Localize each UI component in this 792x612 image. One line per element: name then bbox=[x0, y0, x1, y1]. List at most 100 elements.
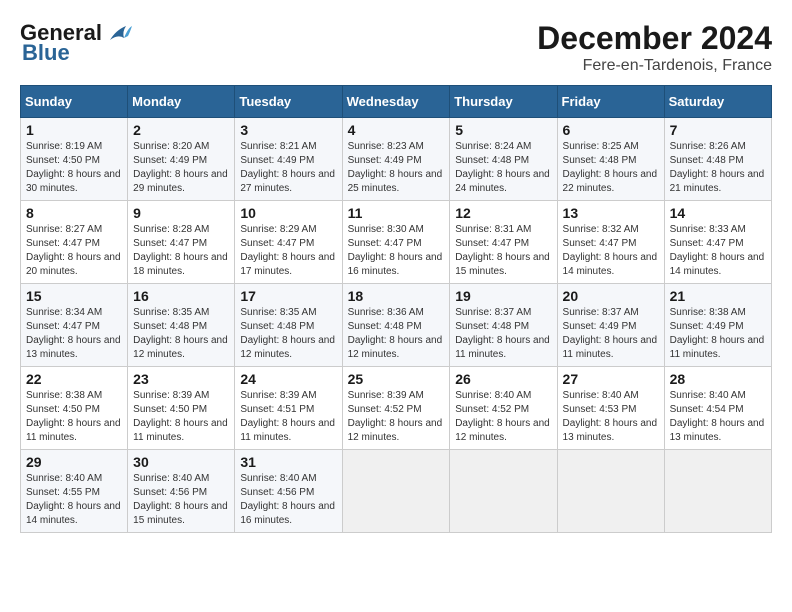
calendar-cell: 15 Sunrise: 8:34 AMSunset: 4:47 PMDayligh… bbox=[21, 284, 128, 367]
day-number: 9 bbox=[133, 205, 229, 221]
calendar-week-4: 22 Sunrise: 8:38 AMSunset: 4:50 PMDayligh… bbox=[21, 367, 772, 450]
day-info: Sunrise: 8:37 AMSunset: 4:49 PMDaylight:… bbox=[563, 306, 659, 362]
calendar-cell: 16 Sunrise: 8:35 AMSunset: 4:48 PMDayligh… bbox=[128, 284, 235, 367]
day-info: Sunrise: 8:40 AMSunset: 4:55 PMDaylight:… bbox=[26, 472, 122, 528]
day-info: Sunrise: 8:39 AMSunset: 4:51 PMDaylight:… bbox=[240, 389, 336, 445]
day-number: 18 bbox=[348, 288, 445, 304]
day-number: 23 bbox=[133, 371, 229, 387]
day-info: Sunrise: 8:38 AMSunset: 4:49 PMDaylight:… bbox=[670, 306, 766, 362]
calendar-cell: 26 Sunrise: 8:40 AMSunset: 4:52 PMDayligh… bbox=[450, 367, 557, 450]
day-info: Sunrise: 8:39 AMSunset: 4:50 PMDaylight:… bbox=[133, 389, 229, 445]
calendar-cell: 6 Sunrise: 8:25 AMSunset: 4:48 PMDaylight… bbox=[557, 118, 664, 201]
day-number: 29 bbox=[26, 454, 122, 470]
day-info: Sunrise: 8:30 AMSunset: 4:47 PMDaylight:… bbox=[348, 223, 445, 279]
calendar-cell: 13Sunrise: 8:32 AMSunset: 4:47 PMDayligh… bbox=[557, 201, 664, 284]
day-number: 12 bbox=[455, 205, 551, 221]
weekday-header-wednesday: Wednesday bbox=[342, 86, 450, 118]
day-info: Sunrise: 8:33 AMSunset: 4:47 PMDaylight:… bbox=[670, 223, 766, 279]
calendar-cell: 12 Sunrise: 8:31 AMSunset: 4:47 PMDayligh… bbox=[450, 201, 557, 284]
calendar-header-row: SundayMondayTuesdayWednesdayThursdayFrid… bbox=[21, 86, 772, 118]
day-number: 8 bbox=[26, 205, 122, 221]
weekday-header-friday: Friday bbox=[557, 86, 664, 118]
calendar-cell: 3 Sunrise: 8:21 AMSunset: 4:49 PMDaylight… bbox=[235, 118, 342, 201]
day-info: Sunrise: 8:20 AMSunset: 4:49 PMDaylight:… bbox=[133, 140, 229, 196]
day-number: 17 bbox=[240, 288, 336, 304]
day-info: Sunrise: 8:25 AMSunset: 4:48 PMDaylight:… bbox=[563, 140, 659, 196]
day-info: Sunrise: 8:28 AMSunset: 4:47 PMDaylight:… bbox=[133, 223, 229, 279]
day-number: 26 bbox=[455, 371, 551, 387]
day-info: Sunrise: 8:19 AMSunset: 4:50 PMDaylight:… bbox=[26, 140, 122, 196]
day-info: Sunrise: 8:40 AMSunset: 4:56 PMDaylight:… bbox=[240, 472, 336, 528]
day-number: 7 bbox=[670, 122, 766, 138]
calendar-cell: 7Sunrise: 8:26 AMSunset: 4:48 PMDaylight… bbox=[664, 118, 771, 201]
day-number: 21 bbox=[670, 288, 766, 304]
calendar-cell: 27Sunrise: 8:40 AMSunset: 4:53 PMDayligh… bbox=[557, 367, 664, 450]
day-number: 10 bbox=[240, 205, 336, 221]
calendar-cell: 30 Sunrise: 8:40 AMSunset: 4:56 PMDayligh… bbox=[128, 450, 235, 533]
day-number: 27 bbox=[563, 371, 659, 387]
calendar-cell bbox=[342, 450, 450, 533]
day-number: 11 bbox=[348, 205, 445, 221]
calendar-week-1: 1 Sunrise: 8:19 AMSunset: 4:50 PMDaylight… bbox=[21, 118, 772, 201]
day-number: 2 bbox=[133, 122, 229, 138]
day-number: 15 bbox=[26, 288, 122, 304]
calendar-cell: 17Sunrise: 8:35 AMSunset: 4:48 PMDayligh… bbox=[235, 284, 342, 367]
day-info: Sunrise: 8:31 AMSunset: 4:47 PMDaylight:… bbox=[455, 223, 551, 279]
day-info: Sunrise: 8:39 AMSunset: 4:52 PMDaylight:… bbox=[348, 389, 445, 445]
day-number: 30 bbox=[133, 454, 229, 470]
calendar-cell: 25Sunrise: 8:39 AMSunset: 4:52 PMDayligh… bbox=[342, 367, 450, 450]
calendar-cell: 23 Sunrise: 8:39 AMSunset: 4:50 PMDayligh… bbox=[128, 367, 235, 450]
calendar-cell: 21 Sunrise: 8:38 AMSunset: 4:49 PMDayligh… bbox=[664, 284, 771, 367]
calendar-cell: 14 Sunrise: 8:33 AMSunset: 4:47 PMDayligh… bbox=[664, 201, 771, 284]
logo-text-blue: Blue bbox=[22, 40, 70, 66]
day-info: Sunrise: 8:34 AMSunset: 4:47 PMDaylight:… bbox=[26, 306, 122, 362]
calendar-cell bbox=[450, 450, 557, 533]
calendar-cell: 8Sunrise: 8:27 AMSunset: 4:47 PMDaylight… bbox=[21, 201, 128, 284]
calendar-week-5: 29 Sunrise: 8:40 AMSunset: 4:55 PMDayligh… bbox=[21, 450, 772, 533]
day-info: Sunrise: 8:32 AMSunset: 4:47 PMDaylight:… bbox=[563, 223, 659, 279]
day-number: 6 bbox=[563, 122, 659, 138]
weekday-header-monday: Monday bbox=[128, 86, 235, 118]
day-number: 24 bbox=[240, 371, 336, 387]
calendar-header: SundayMondayTuesdayWednesdayThursdayFrid… bbox=[21, 86, 772, 118]
calendar-cell: 20Sunrise: 8:37 AMSunset: 4:49 PMDayligh… bbox=[557, 284, 664, 367]
day-number: 5 bbox=[455, 122, 551, 138]
day-number: 3 bbox=[240, 122, 336, 138]
calendar-cell bbox=[557, 450, 664, 533]
day-info: Sunrise: 8:24 AMSunset: 4:48 PMDaylight:… bbox=[455, 140, 551, 196]
day-number: 1 bbox=[26, 122, 122, 138]
logo: General Blue bbox=[20, 20, 134, 66]
calendar-cell: 2 Sunrise: 8:20 AMSunset: 4:49 PMDaylight… bbox=[128, 118, 235, 201]
day-info: Sunrise: 8:35 AMSunset: 4:48 PMDaylight:… bbox=[133, 306, 229, 362]
calendar-cell: 1 Sunrise: 8:19 AMSunset: 4:50 PMDaylight… bbox=[21, 118, 128, 201]
calendar-cell: 28Sunrise: 8:40 AMSunset: 4:54 PMDayligh… bbox=[664, 367, 771, 450]
day-info: Sunrise: 8:21 AMSunset: 4:49 PMDaylight:… bbox=[240, 140, 336, 196]
calendar-cell: 18Sunrise: 8:36 AMSunset: 4:48 PMDayligh… bbox=[342, 284, 450, 367]
day-info: Sunrise: 8:29 AMSunset: 4:47 PMDaylight:… bbox=[240, 223, 336, 279]
day-number: 4 bbox=[348, 122, 445, 138]
day-number: 16 bbox=[133, 288, 229, 304]
page-subtitle: Fere-en-Tardenois, France bbox=[537, 57, 772, 75]
day-info: Sunrise: 8:38 AMSunset: 4:50 PMDaylight:… bbox=[26, 389, 122, 445]
page-title: December 2024 bbox=[537, 20, 772, 57]
calendar-cell: 31Sunrise: 8:40 AMSunset: 4:56 PMDayligh… bbox=[235, 450, 342, 533]
day-number: 22 bbox=[26, 371, 122, 387]
day-info: Sunrise: 8:40 AMSunset: 4:52 PMDaylight:… bbox=[455, 389, 551, 445]
day-info: Sunrise: 8:40 AMSunset: 4:54 PMDaylight:… bbox=[670, 389, 766, 445]
calendar-week-3: 15 Sunrise: 8:34 AMSunset: 4:47 PMDayligh… bbox=[21, 284, 772, 367]
weekday-header-tuesday: Tuesday bbox=[235, 86, 342, 118]
calendar-cell: 9 Sunrise: 8:28 AMSunset: 4:47 PMDaylight… bbox=[128, 201, 235, 284]
calendar-cell: 4Sunrise: 8:23 AMSunset: 4:49 PMDaylight… bbox=[342, 118, 450, 201]
calendar-week-2: 8Sunrise: 8:27 AMSunset: 4:47 PMDaylight… bbox=[21, 201, 772, 284]
day-info: Sunrise: 8:40 AMSunset: 4:56 PMDaylight:… bbox=[133, 472, 229, 528]
calendar-cell: 5 Sunrise: 8:24 AMSunset: 4:48 PMDaylight… bbox=[450, 118, 557, 201]
weekday-header-sunday: Sunday bbox=[21, 86, 128, 118]
calendar-cell: 24 Sunrise: 8:39 AMSunset: 4:51 PMDayligh… bbox=[235, 367, 342, 450]
day-number: 19 bbox=[455, 288, 551, 304]
day-info: Sunrise: 8:37 AMSunset: 4:48 PMDaylight:… bbox=[455, 306, 551, 362]
calendar-table: SundayMondayTuesdayWednesdayThursdayFrid… bbox=[20, 85, 772, 533]
day-number: 14 bbox=[670, 205, 766, 221]
calendar-cell bbox=[664, 450, 771, 533]
logo-bird-icon bbox=[106, 22, 134, 44]
weekday-header-thursday: Thursday bbox=[450, 86, 557, 118]
